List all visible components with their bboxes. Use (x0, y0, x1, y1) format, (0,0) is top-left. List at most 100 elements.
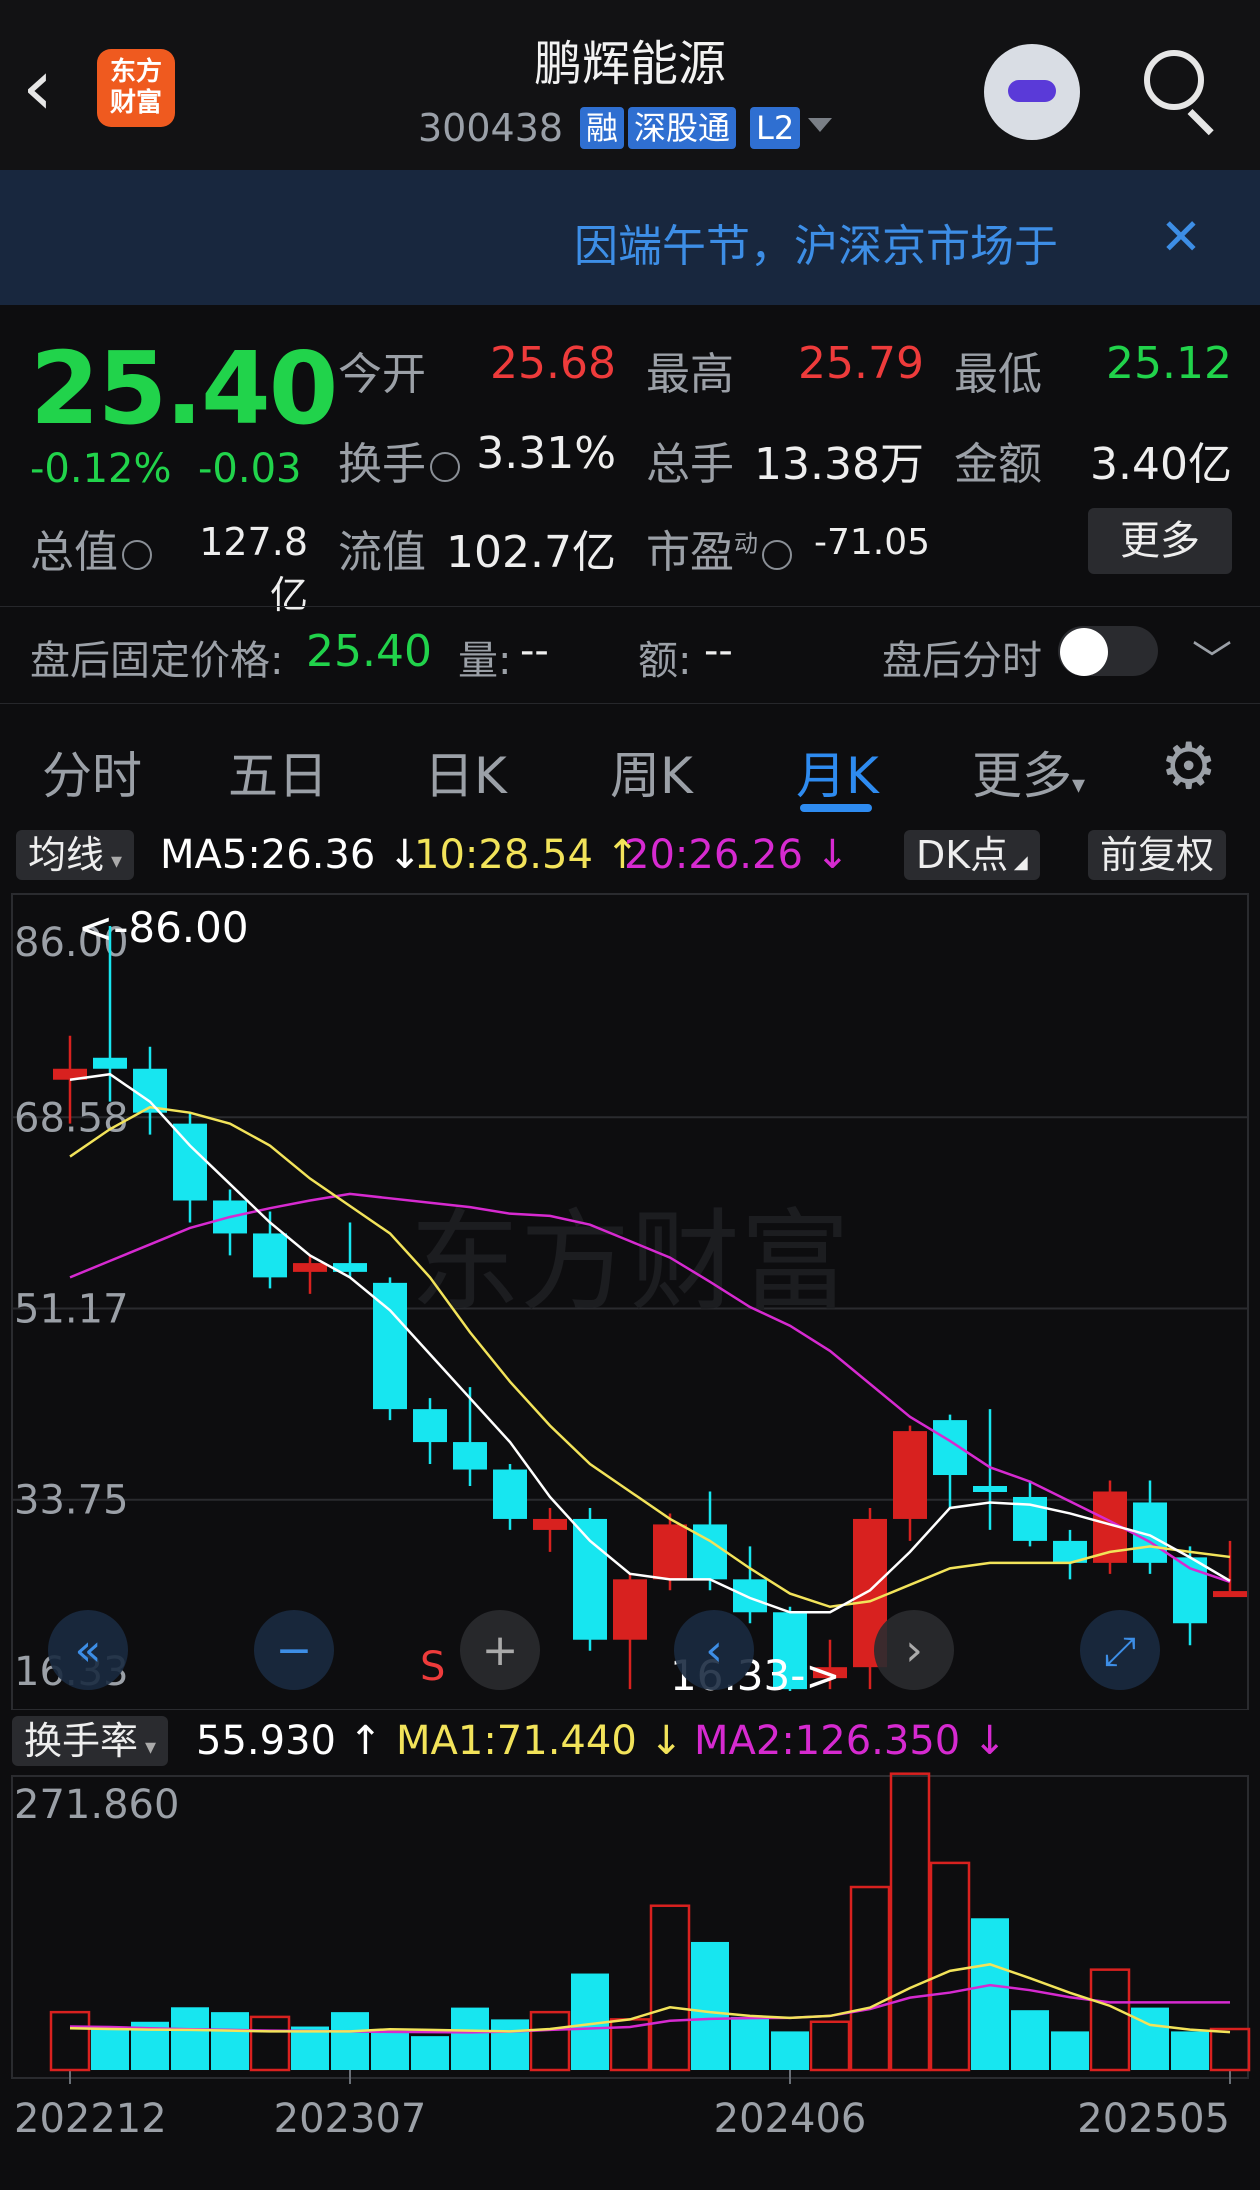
candle[interactable] (973, 1409, 1007, 1530)
candle[interactable] (933, 1414, 967, 1508)
turnover-bar[interactable] (771, 2031, 809, 2070)
dk-point-button[interactable]: DK点 ◢ (904, 830, 1040, 880)
tab-five-day[interactable]: 五日 (228, 736, 328, 808)
candle-body (493, 1469, 527, 1519)
candlestick-chart[interactable]: 东方财富 86.0068.5851.1733.7516.33 <-86.00 1… (0, 880, 1260, 1710)
after-hours-volume-label: 量: (458, 638, 512, 684)
watermark: 东方财富 (410, 1198, 850, 1326)
arrow-down-icon: ↓ (636, 1718, 683, 1764)
candle[interactable] (733, 1546, 767, 1624)
candle[interactable] (333, 1222, 367, 1278)
tab-monthly-k[interactable]: 月K (796, 736, 879, 808)
brand-logo[interactable]: 东方财富 (97, 49, 175, 127)
candle[interactable] (373, 1277, 407, 1421)
turnover-bar[interactable] (849, 1885, 891, 2072)
candle[interactable] (613, 1573, 647, 1690)
turnover-bar[interactable] (1011, 2010, 1049, 2070)
x-tick-label: 202505 (1077, 2096, 1230, 2142)
turnover-bar[interactable] (1209, 2027, 1251, 2072)
turnover-bar[interactable] (451, 2007, 489, 2070)
candle[interactable] (893, 1425, 927, 1541)
candle[interactable] (1213, 1540, 1247, 1598)
turnover-chart[interactable]: 271.860 202212 202307 202406 202505 (0, 1770, 1260, 2190)
candle[interactable] (413, 1398, 447, 1465)
turnover-bar[interactable] (331, 2012, 369, 2070)
turnover-bar[interactable] (1131, 2007, 1169, 2070)
arrow-down-icon: ↓ (960, 1718, 1007, 1764)
volume-label: 总手 (646, 439, 734, 490)
turnover-bar[interactable] (249, 2015, 291, 2072)
candle-body (973, 1485, 1007, 1492)
turnover-bar[interactable] (1171, 2031, 1209, 2070)
arrow-down-icon: ↓ (802, 832, 850, 878)
info-icon[interactable] (430, 452, 460, 482)
indicator-selector[interactable]: 换手率 ▾ (12, 1716, 169, 1766)
more-button[interactable]: 更多 (1088, 508, 1232, 574)
toggle-knob[interactable] (1060, 628, 1108, 676)
turnover-bar[interactable] (291, 2026, 329, 2070)
after-hours-fixed-label: 盘后固定价格: (30, 638, 284, 684)
turnover-bar[interactable] (411, 2036, 449, 2070)
turnover-bar[interactable] (971, 1918, 1009, 2070)
tab-timeshare[interactable]: 分时 (42, 736, 142, 808)
turnover-bar[interactable] (91, 2026, 129, 2070)
candle[interactable] (133, 1046, 167, 1135)
candle[interactable] (1133, 1480, 1167, 1574)
low-value: 25.12 (1106, 338, 1232, 389)
vol-ma1-value: MA1:71.440 (396, 1718, 637, 1764)
turnover-bar[interactable] (1089, 1968, 1131, 2072)
assistant-robot-icon[interactable] (984, 44, 1080, 140)
candle-body (573, 1518, 607, 1640)
turnover-bar[interactable] (929, 1861, 971, 2072)
ma-selector[interactable]: 均线 ▾ (16, 830, 135, 880)
turnover-bar[interactable] (491, 2019, 529, 2070)
candle[interactable] (493, 1464, 527, 1530)
gear-icon[interactable]: ⚙ (1160, 730, 1217, 804)
tab-weekly-k[interactable]: 周K (610, 736, 693, 808)
x-tick-label: 202307 (274, 2096, 427, 2142)
turnover-bar[interactable] (171, 2007, 209, 2070)
candle[interactable] (533, 1507, 567, 1552)
tag-margin: 融 (580, 107, 625, 149)
turnover-bar[interactable] (809, 2020, 851, 2072)
candle-body (413, 1409, 447, 1443)
turnover-bar[interactable] (49, 2010, 91, 2072)
chevron-down-icon[interactable]: ﹀ (1192, 628, 1232, 686)
adjust-button[interactable]: 前复权 (1088, 830, 1227, 880)
close-icon[interactable]: ✕ (1160, 208, 1202, 266)
pe-value: -71.05 (814, 522, 931, 563)
candle-body (173, 1123, 207, 1201)
turnover-bar[interactable] (1051, 2031, 1089, 2070)
turnover-bar[interactable] (889, 1772, 931, 2072)
candle[interactable] (1053, 1529, 1087, 1580)
tab-daily-k[interactable]: 日K (424, 736, 507, 808)
candle[interactable] (173, 1112, 207, 1223)
info-icon[interactable] (762, 540, 792, 570)
ma20-value: 20:26.26 (624, 832, 803, 878)
caret-down-icon: ▾ (1072, 770, 1086, 800)
open-label: 今开 (338, 349, 426, 400)
ma20-readout: 20:26.26 ↓ (624, 830, 849, 880)
turnover-bar[interactable] (691, 1941, 729, 2070)
candle-body (893, 1431, 927, 1519)
candle[interactable] (213, 1189, 247, 1256)
back-arrow-icon[interactable]: ‹ (22, 48, 92, 138)
turnover-label[interactable]: 换手 (338, 428, 460, 492)
turnover-bar[interactable] (371, 2031, 409, 2070)
expand-icon: ⤢ (1104, 1629, 1136, 1675)
candle[interactable] (453, 1387, 487, 1486)
turnover-bar[interactable] (529, 2010, 571, 2072)
market-cap-label[interactable]: 总值 (30, 516, 152, 580)
search-icon[interactable] (1144, 50, 1204, 110)
candle[interactable] (1013, 1480, 1047, 1547)
pe-label[interactable]: 市盈动 (646, 516, 792, 580)
y-tick-label: 33.75 (14, 1478, 129, 1524)
turnover-bar[interactable] (731, 2016, 769, 2070)
dropdown-triangle-icon[interactable] (808, 118, 832, 132)
tab-more[interactable]: 更多▾ (972, 736, 1085, 808)
turnover-bar[interactable] (211, 2012, 249, 2070)
notice-text[interactable]: 因端午节，沪深京市场于 (574, 210, 1108, 274)
info-icon[interactable] (122, 540, 152, 570)
volume-value: 13.38万 (754, 439, 924, 490)
turnover-bar[interactable] (649, 1904, 691, 2072)
